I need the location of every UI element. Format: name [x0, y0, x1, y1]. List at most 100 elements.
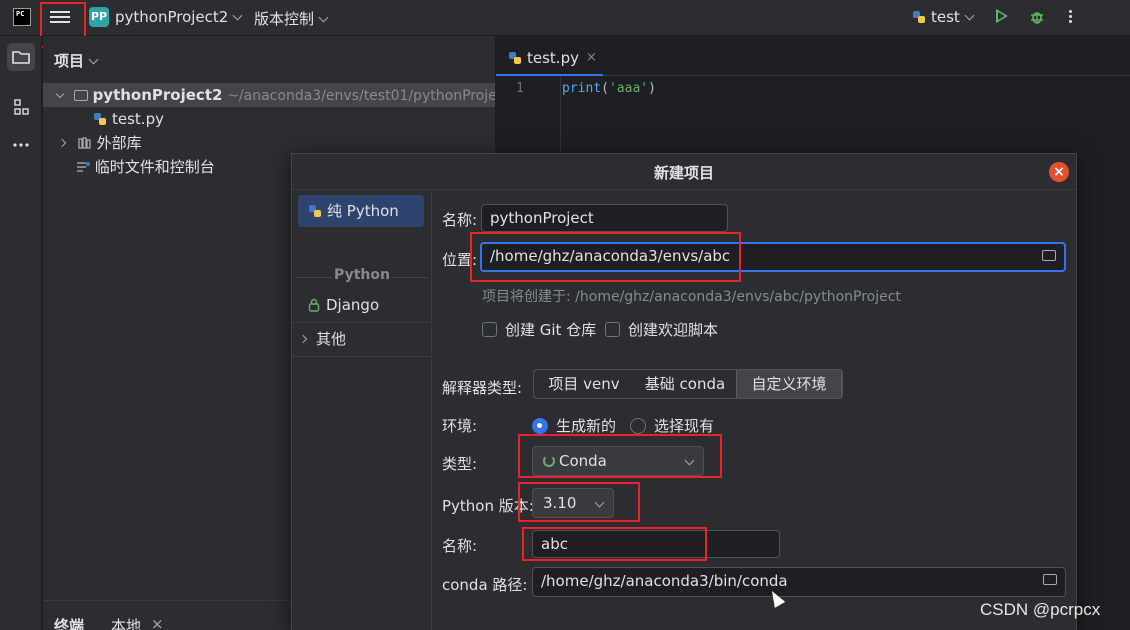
- code-function: print: [562, 81, 602, 96]
- pycharm-logo-icon: PC: [13, 8, 31, 26]
- run-icon[interactable]: [996, 9, 1008, 23]
- project-switcher[interactable]: pythonProject2: [115, 8, 243, 26]
- more-tools-button[interactable]: [7, 131, 35, 159]
- radio-generate-new[interactable]: 生成新的: [532, 415, 616, 436]
- location-value: /home/ghz/anaconda3/envs/abc: [490, 247, 731, 265]
- loading-spinner-icon: [543, 455, 555, 467]
- location-label: 位置:: [442, 251, 478, 269]
- close-tab-icon[interactable]: ×: [586, 36, 597, 80]
- browse-folder-icon[interactable]: [1043, 574, 1057, 585]
- project-tool-button[interactable]: [7, 43, 35, 71]
- welcome-script-checkbox[interactable]: 创建欢迎脚本: [605, 319, 718, 340]
- interp-option-base-conda[interactable]: 基础 conda: [634, 370, 736, 398]
- editor-tab-test-py[interactable]: test.py ×: [496, 36, 603, 76]
- tab-local[interactable]: 本地: [111, 615, 141, 630]
- more-icon[interactable]: [1066, 8, 1074, 25]
- external-libs-label: 外部库: [96, 134, 142, 152]
- tree-item-external-libs[interactable]: 外部库: [43, 131, 495, 155]
- run-config-name: test: [931, 8, 960, 26]
- interpreter-type-label: 解释器类型:: [442, 379, 523, 397]
- radio-select-existing[interactable]: 选择现有: [630, 415, 714, 436]
- line-number: 1: [516, 81, 524, 96]
- env-new-label: 生成新的: [556, 417, 617, 435]
- checkbox-icon: [482, 322, 497, 337]
- env-existing-label: 选择现有: [654, 417, 715, 435]
- structure-tool-button[interactable]: [7, 93, 35, 121]
- chevron-down-icon: [684, 455, 695, 466]
- structure-icon: [14, 99, 29, 115]
- expand-arrow-icon[interactable]: [57, 138, 67, 148]
- sidebar-item-other[interactable]: 其他: [298, 323, 424, 355]
- dialog-form: 名称: pythonProject 位置: /home/ghz/anaconda…: [433, 191, 1076, 630]
- top-toolbar: PC PP pythonProject2 版本控制 test: [0, 0, 1130, 36]
- run-config-selector[interactable]: test: [912, 8, 975, 26]
- python-icon: [913, 11, 925, 23]
- python-file-icon: [509, 52, 521, 64]
- conda-path-value: /home/ghz/anaconda3/bin/conda: [541, 572, 788, 590]
- sidebar-item-django[interactable]: Django: [298, 289, 424, 321]
- library-icon: [78, 137, 91, 149]
- vcs-label: 版本控制: [254, 10, 315, 28]
- interp-option-venv[interactable]: 项目 venv: [534, 370, 634, 398]
- location-hint: 项目将创建于: /home/ghz/anaconda3/envs/abc/pyt…: [482, 289, 901, 305]
- project-type-sidebar: 纯 Python Python Django 其他: [292, 191, 432, 630]
- project-panel-title[interactable]: 项目: [54, 50, 99, 71]
- debug-icon[interactable]: [1030, 9, 1044, 25]
- expand-arrow-icon: [298, 334, 308, 344]
- python-version-select[interactable]: 3.10: [532, 488, 614, 518]
- root-label: pythonProject2: [92, 86, 223, 104]
- folder-icon: [12, 51, 30, 64]
- scratches-icon: [77, 162, 90, 172]
- sidebar-item-pure-python[interactable]: 纯 Python: [298, 195, 424, 227]
- browse-folder-icon[interactable]: [1042, 250, 1056, 261]
- tool-window-strip: [0, 36, 42, 630]
- sidebar-item-label: 其他: [316, 330, 347, 348]
- tab-terminal[interactable]: 终端: [54, 615, 84, 630]
- welcome-label: 创建欢迎脚本: [628, 321, 719, 339]
- project-name-input[interactable]: pythonProject: [481, 204, 728, 232]
- close-icon[interactable]: ×: [1049, 162, 1069, 182]
- env-name-label: 名称:: [442, 537, 478, 555]
- chevron-down-icon: [88, 54, 99, 65]
- vcs-menu[interactable]: 版本控制: [254, 8, 329, 29]
- env-type-select[interactable]: Conda: [532, 446, 704, 476]
- folder-icon: [73, 90, 88, 101]
- watermark: CSDN @pcrpcx: [980, 600, 1101, 619]
- editor-tab-label: test.py: [527, 49, 579, 67]
- panel-title-label: 项目: [54, 52, 85, 70]
- name-label: 名称:: [442, 211, 478, 229]
- chevron-down-icon: [232, 10, 243, 21]
- env-name-input[interactable]: abc: [532, 530, 780, 558]
- conda-path-input[interactable]: /home/ghz/anaconda3/bin/conda: [532, 567, 1066, 597]
- code-string: 'aaa': [608, 81, 649, 96]
- radio-selected-icon: [532, 418, 548, 434]
- project-badge[interactable]: PP: [89, 7, 109, 27]
- git-checkbox[interactable]: 创建 Git 仓库: [482, 319, 596, 340]
- code-line: print('aaa'): [562, 81, 656, 96]
- environment-label: 环境:: [442, 417, 478, 435]
- sidebar-group-label: Python: [292, 267, 432, 287]
- expand-arrow-icon[interactable]: [55, 89, 65, 99]
- project-name: pythonProject2: [115, 8, 229, 26]
- main-menu-icon[interactable]: [50, 8, 70, 26]
- sidebar-item-label: 纯 Python: [327, 202, 399, 220]
- chevron-down-icon: [964, 10, 975, 21]
- interp-option-custom[interactable]: 自定义环境: [736, 370, 842, 398]
- location-input[interactable]: /home/ghz/anaconda3/envs/abc: [480, 242, 1066, 272]
- dialog-title: 新建项目: [292, 154, 1076, 190]
- tree-item-file[interactable]: test.py: [43, 107, 495, 131]
- chevron-down-icon: [594, 497, 605, 508]
- code-paren-open: (: [601, 81, 609, 96]
- close-tab-icon[interactable]: ×: [151, 615, 164, 630]
- type-label: 类型:: [442, 455, 478, 473]
- new-project-dialog: 新建项目 × 纯 Python Python Django 其他 名称: pyt…: [291, 153, 1077, 630]
- env-type-value: Conda: [559, 452, 607, 470]
- gutter-divider: [560, 77, 561, 157]
- editor-tabs: test.py ×: [496, 36, 1130, 76]
- python-file-icon: [94, 113, 106, 125]
- chevron-down-icon: [318, 12, 329, 23]
- scratches-label: 临时文件和控制台: [94, 158, 215, 176]
- tree-item-root[interactable]: pythonProject2 ~/anaconda3/envs/test01/p…: [43, 83, 495, 107]
- python-version-label: Python 版本:: [442, 497, 534, 515]
- more-horizontal-icon: [13, 143, 29, 147]
